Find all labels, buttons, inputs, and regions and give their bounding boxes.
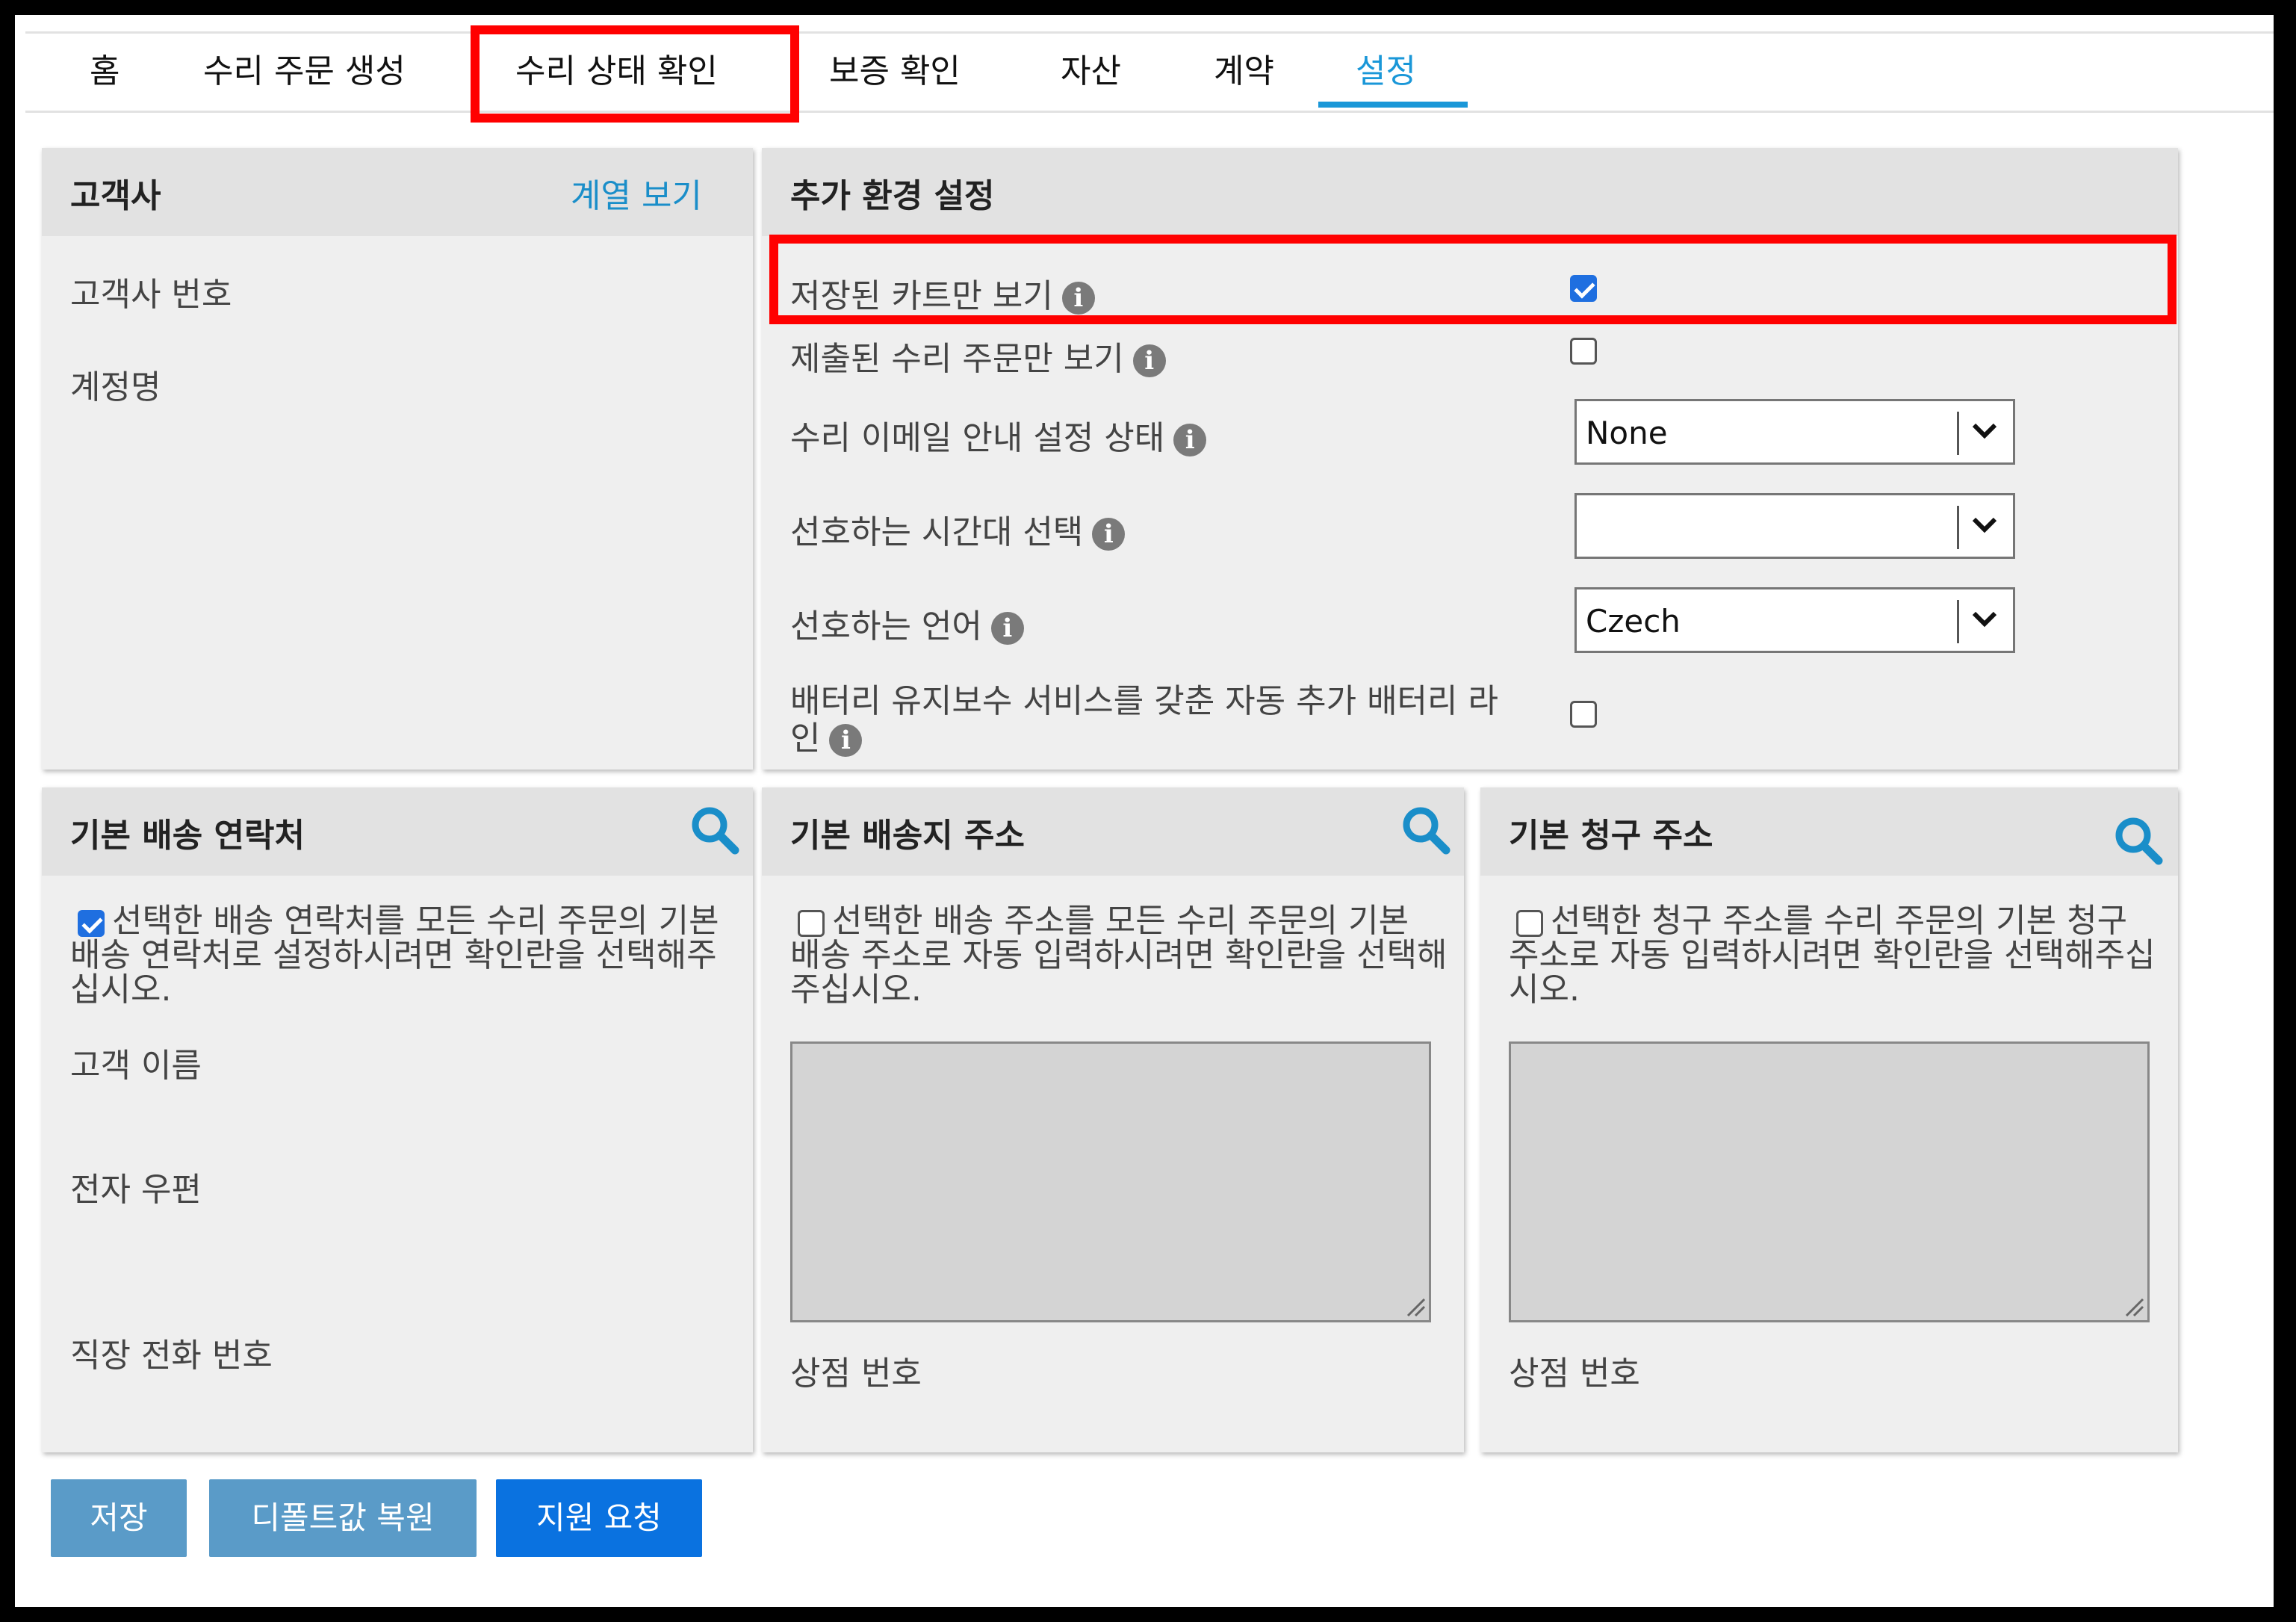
support-request-button[interactable]: 지원 요청 xyxy=(496,1479,702,1557)
shipping-contact-panel: 기본 배송 연락처 선택한 배송 연락처를 모든 수리 주문의 기본 배송 연락… xyxy=(42,787,753,1452)
store-number-label: 상점 번호 xyxy=(1509,1355,1640,1393)
timezone-select[interactable] xyxy=(1574,493,2015,559)
email-notification-value: None xyxy=(1586,415,1668,451)
chevron-down-icon xyxy=(1972,517,1997,533)
saved-cart-only-label: 저장된 카트만 보기 i xyxy=(790,269,1095,317)
shipping-contact-title: 기본 배송 연락처 xyxy=(70,817,305,855)
customer-number-label: 고객사 번호 xyxy=(70,276,232,314)
shipping-contact-header: 기본 배송 연락처 xyxy=(42,787,753,876)
nav-top-border xyxy=(25,31,2274,34)
timezone-label: 선호하는 시간대 선택 i xyxy=(790,505,1126,553)
tab-settings[interactable]: 설정 xyxy=(1356,45,1416,99)
chevron-down-icon xyxy=(1972,423,1997,439)
settings-panel-header: 추가 환경 설정 xyxy=(762,148,2178,236)
select-separator xyxy=(1957,506,1959,549)
info-icon[interactable]: i xyxy=(990,612,1024,645)
resize-grip-icon[interactable] xyxy=(2122,1295,2144,1317)
battery-service-label-line1: 배터리 유지보수 서비스를 갖춘 자동 추가 배터리 라 xyxy=(790,682,1498,720)
store-number-label: 상점 번호 xyxy=(790,1355,922,1393)
customer-panel: 고객사 계열 보기 고객사 번호 계정명 xyxy=(42,148,753,770)
billing-address-title: 기본 청구 주소 xyxy=(1509,817,1713,855)
settings-panel-title: 추가 환경 설정 xyxy=(790,177,995,215)
select-separator xyxy=(1957,412,1959,455)
info-icon[interactable]: i xyxy=(1132,344,1166,377)
billing-address-panel: 기본 청구 주소 선택한 청구 주소를 수리 주문의 기본 청구 주소로 자동 … xyxy=(1480,787,2178,1452)
tab-assets[interactable]: 자산 xyxy=(1061,45,1121,99)
view-affiliates-link[interactable]: 계열 보기 xyxy=(571,169,702,217)
billing-address-header: 기본 청구 주소 xyxy=(1480,787,2178,876)
info-icon[interactable]: i xyxy=(829,724,863,757)
email-notification-label: 수리 이메일 안내 설정 상태 i xyxy=(790,411,1207,459)
shipping-address-textarea[interactable] xyxy=(790,1041,1431,1322)
app-frame: 홈 수리 주문 생성 수리 상태 확인 보증 확인 자산 계약 설정 고객사 계… xyxy=(15,15,2274,1607)
billing-address-textarea[interactable] xyxy=(1509,1041,2150,1322)
language-text: 선호하는 언어 xyxy=(790,607,982,646)
active-tab-indicator xyxy=(1318,102,1468,108)
settings-panel: 추가 환경 설정 저장된 카트만 보기 i 제출된 수리 주문만 보기 i 수리 이… xyxy=(762,148,2178,770)
tab-create-repair-order[interactable]: 수리 주문 생성 xyxy=(203,45,406,99)
nav-bottom-border xyxy=(25,111,2274,113)
battery-service-label-line2: 인i xyxy=(790,711,863,759)
timezone-text: 선호하는 시간대 선택 xyxy=(790,513,1084,551)
battery-service-text-line2: 인 xyxy=(790,719,821,758)
language-value: Czech xyxy=(1586,603,1681,640)
shipping-contact-description: 선택한 배송 연락처를 모든 수리 주문의 기본 배송 연락처로 설정하시려면 … xyxy=(70,902,719,1009)
shipping-address-header: 기본 배송지 주소 xyxy=(762,787,1464,876)
customer-panel-header: 고객사 계열 보기 xyxy=(42,148,753,236)
submitted-orders-only-checkbox[interactable] xyxy=(1570,338,1597,365)
tab-home[interactable]: 홈 xyxy=(90,45,120,99)
tab-warranty-check[interactable]: 보증 확인 xyxy=(829,45,961,99)
info-icon[interactable]: i xyxy=(1173,424,1207,456)
battery-service-checkbox[interactable] xyxy=(1570,701,1597,728)
restore-default-button[interactable]: 디폴트값 복원 xyxy=(209,1479,477,1557)
select-separator xyxy=(1957,600,1959,643)
shipping-address-description: 선택한 배송 주소를 모든 수리 주문의 기본 배송 주소로 자동 입력하시려면… xyxy=(790,902,1448,1009)
submitted-orders-only-text: 제출된 수리 주문만 보기 xyxy=(790,340,1124,378)
customer-name-label: 고객 이름 xyxy=(70,1047,202,1085)
saved-cart-only-text: 저장된 카트만 보기 xyxy=(790,277,1053,315)
shipping-address-title: 기본 배송지 주소 xyxy=(790,817,1025,855)
language-select[interactable]: Czech xyxy=(1574,587,2015,653)
search-icon[interactable] xyxy=(1400,804,1452,856)
language-label: 선호하는 언어 i xyxy=(790,599,1024,647)
search-icon[interactable] xyxy=(689,804,741,856)
account-name-label: 계정명 xyxy=(70,368,161,406)
customer-panel-title: 고객사 xyxy=(70,177,161,215)
chevron-down-icon xyxy=(1972,611,1997,628)
submitted-orders-only-label: 제출된 수리 주문만 보기 i xyxy=(790,332,1166,380)
save-button[interactable]: 저장 xyxy=(51,1479,187,1557)
saved-cart-only-checkbox[interactable] xyxy=(1570,275,1597,302)
work-phone-label: 직장 전화 번호 xyxy=(70,1337,273,1375)
email-notification-select[interactable]: None xyxy=(1574,399,2015,465)
search-icon[interactable] xyxy=(2112,814,2165,867)
email-label: 전자 우편 xyxy=(70,1171,202,1209)
email-notification-text: 수리 이메일 안내 설정 상태 xyxy=(790,419,1165,457)
resize-grip-icon[interactable] xyxy=(1403,1295,1426,1317)
tab-repair-status[interactable]: 수리 상태 확인 xyxy=(515,45,718,99)
info-icon[interactable]: i xyxy=(1061,282,1095,315)
shipping-address-panel: 기본 배송지 주소 선택한 배송 주소를 모든 수리 주문의 기본 배송 주소로… xyxy=(762,787,1464,1452)
tab-contracts[interactable]: 계약 xyxy=(1214,45,1274,99)
billing-address-description: 선택한 청구 주소를 수리 주문의 기본 청구 주소로 자동 입력하시려면 확인… xyxy=(1509,902,2156,1009)
info-icon[interactable]: i xyxy=(1092,518,1126,551)
